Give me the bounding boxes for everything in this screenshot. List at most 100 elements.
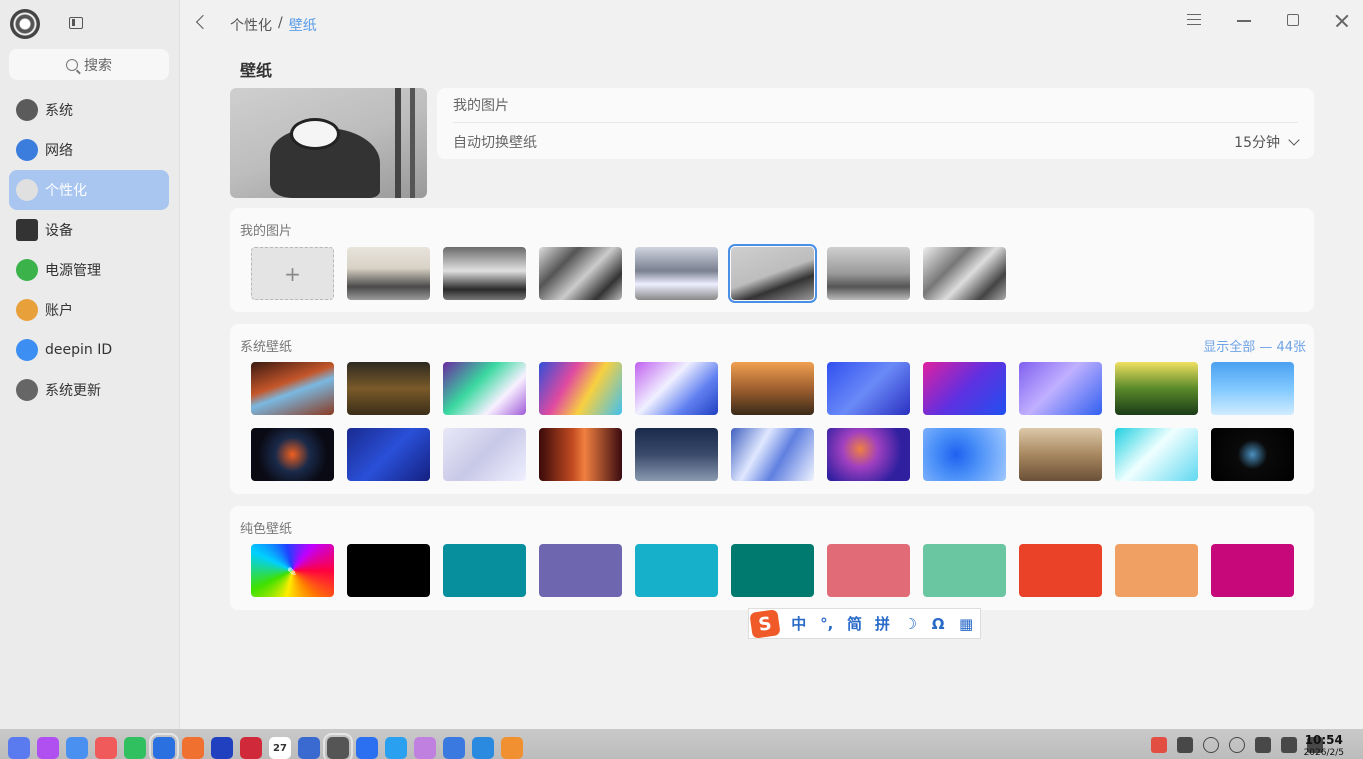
- music-icon[interactable]: [124, 737, 146, 759]
- solid-color-swatch[interactable]: [347, 544, 430, 597]
- media-icon[interactable]: [1229, 737, 1245, 753]
- minimize-icon[interactable]: [1237, 14, 1251, 28]
- my-picture-thumbnail[interactable]: [539, 247, 622, 300]
- app-store-icon[interactable]: [95, 737, 117, 759]
- add-picture-button[interactable]: +: [251, 247, 334, 300]
- system-wallpaper-thumbnail[interactable]: [347, 428, 430, 481]
- battery-icon[interactable]: [1177, 737, 1193, 753]
- solid-color-swatch[interactable]: [1115, 544, 1198, 597]
- solid-color-swatch[interactable]: [827, 544, 910, 597]
- file-manager-icon[interactable]: [149, 733, 179, 759]
- sidebar-item[interactable]: 电源管理: [9, 250, 169, 290]
- system-wallpaper-thumbnail[interactable]: [923, 362, 1006, 415]
- custom-color-picker[interactable]: ✎: [251, 544, 334, 597]
- clock[interactable]: 10:54 2026/2/5: [1304, 733, 1344, 759]
- breadcrumb-parent[interactable]: 个性化: [230, 15, 272, 35]
- system-wallpaper-thumbnail[interactable]: [443, 428, 526, 481]
- ime-button[interactable]: ▦: [952, 615, 980, 633]
- system-wallpaper-thumbnail[interactable]: [1019, 428, 1102, 481]
- my-picture-thumbnail[interactable]: [728, 244, 817, 303]
- system-wallpaper-thumbnail[interactable]: [635, 362, 718, 415]
- terminal-icon[interactable]: [240, 737, 262, 759]
- monitor-icon[interactable]: [356, 737, 378, 759]
- system-wallpaper-thumbnail[interactable]: [1115, 362, 1198, 415]
- system-wallpaper-thumbnail[interactable]: [1115, 428, 1198, 481]
- solid-color-swatch[interactable]: [1211, 544, 1294, 597]
- ime-button[interactable]: 简: [841, 613, 869, 634]
- wifi-icon[interactable]: [1255, 737, 1271, 753]
- solid-color-swatch[interactable]: [539, 544, 622, 597]
- power-icon: [16, 259, 38, 281]
- system-wallpaper-thumbnail[interactable]: [635, 428, 718, 481]
- my-picture-thumbnail[interactable]: [635, 247, 718, 300]
- system-wallpaper-thumbnail[interactable]: [443, 362, 526, 415]
- system-wallpaper-thumbnail[interactable]: [827, 428, 910, 481]
- system-wallpaper-thumbnail[interactable]: [539, 428, 622, 481]
- compare-icon[interactable]: [443, 737, 465, 759]
- solid-color-swatch[interactable]: [923, 544, 1006, 597]
- picture-source-row[interactable]: 我的图片: [453, 88, 1298, 123]
- system-wallpaper-thumbnail[interactable]: [347, 362, 430, 415]
- my-picture-thumbnail[interactable]: [347, 247, 430, 300]
- system-wallpaper-thumbnail[interactable]: [251, 362, 334, 415]
- mail-icon[interactable]: [414, 737, 436, 759]
- ime-button[interactable]: 中: [785, 613, 813, 634]
- store-icon[interactable]: [182, 737, 204, 759]
- auto-switch-row[interactable]: 自动切换壁纸 15分钟: [453, 124, 1300, 159]
- sogou-tray-icon[interactable]: [1151, 737, 1167, 753]
- system-wallpaper-thumbnail[interactable]: [1211, 362, 1294, 415]
- editor-icon[interactable]: [472, 737, 494, 759]
- sidebar-item[interactable]: 设备: [9, 210, 169, 250]
- sidebar-item[interactable]: deepin ID: [9, 330, 169, 370]
- search-input[interactable]: 搜索: [9, 49, 169, 80]
- ime-button[interactable]: °,: [813, 615, 841, 633]
- search-app-icon[interactable]: [66, 737, 88, 759]
- close-icon[interactable]: [1335, 14, 1349, 28]
- sidebar-item[interactable]: 网络: [9, 130, 169, 170]
- maximize-icon[interactable]: [1287, 14, 1299, 26]
- system-wallpaper-thumbnail[interactable]: [923, 428, 1006, 481]
- system-wallpaper-thumbnail[interactable]: [1019, 362, 1102, 415]
- sidebar-item[interactable]: 系统: [9, 90, 169, 130]
- network-icon: [16, 139, 38, 161]
- solid-color-swatch[interactable]: [635, 544, 718, 597]
- sidebar-item[interactable]: 系统更新: [9, 370, 169, 410]
- my-picture-thumbnail[interactable]: [827, 247, 910, 300]
- ime-button[interactable]: ☽: [896, 615, 924, 633]
- power-icon[interactable]: [1203, 737, 1219, 753]
- launcher-icon[interactable]: [8, 737, 30, 759]
- sogou-logo-icon[interactable]: S: [749, 608, 781, 639]
- my-picture-thumbnail[interactable]: [443, 247, 526, 300]
- show-all-link[interactable]: 显示全部 — 44张: [1203, 336, 1306, 355]
- chat-icon[interactable]: [298, 737, 320, 759]
- pencil-icon: ✎: [287, 565, 298, 579]
- system-wallpaper-thumbnail[interactable]: [251, 428, 334, 481]
- solid-color-swatch[interactable]: [1019, 544, 1102, 597]
- deepin-icon[interactable]: [385, 737, 407, 759]
- system-wallpaper-thumbnail[interactable]: [731, 428, 814, 481]
- sidebar-item[interactable]: 账户: [9, 290, 169, 330]
- menu-icon[interactable]: [1187, 14, 1201, 25]
- browser-icon[interactable]: [211, 737, 233, 759]
- ime-button[interactable]: Ω: [924, 615, 952, 633]
- solid-color-swatch[interactable]: [731, 544, 814, 597]
- sidebar-item[interactable]: 个性化: [9, 170, 169, 210]
- vlc-icon[interactable]: [501, 737, 523, 759]
- solid-colors-label: 纯色壁纸: [240, 522, 293, 537]
- sidebar-toggle-icon[interactable]: [69, 17, 83, 29]
- volume-icon[interactable]: [1281, 737, 1297, 753]
- auto-switch-dropdown[interactable]: 15分钟: [1234, 132, 1300, 152]
- system-wallpaper-thumbnail[interactable]: [827, 362, 910, 415]
- calendar-icon[interactable]: 27: [269, 737, 291, 759]
- my-picture-thumbnail[interactable]: [923, 247, 1006, 300]
- assistant-icon[interactable]: [37, 737, 59, 759]
- cloud-icon: [16, 339, 38, 361]
- system-wallpaper-thumbnail[interactable]: [1211, 428, 1294, 481]
- system-wallpaper-thumbnail[interactable]: [539, 362, 622, 415]
- settings-app-icon[interactable]: [323, 733, 353, 759]
- solid-color-swatch[interactable]: [443, 544, 526, 597]
- back-button[interactable]: [195, 14, 211, 30]
- system-wallpaper-thumbnail[interactable]: [731, 362, 814, 415]
- ime-button[interactable]: 拼: [869, 613, 897, 634]
- sidebar-item-label: 电源管理: [45, 263, 101, 279]
